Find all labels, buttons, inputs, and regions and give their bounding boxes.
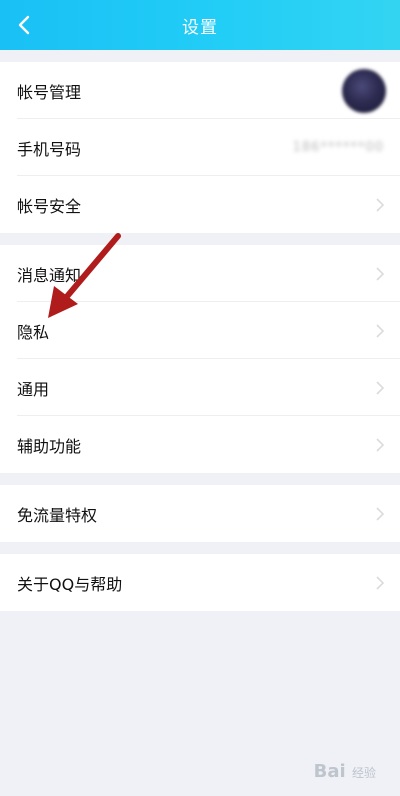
settings-item-account-security[interactable]: 帐号安全 bbox=[0, 176, 400, 233]
settings-item-free-data[interactable]: 免流量特权 bbox=[0, 485, 400, 542]
chevron-right-icon bbox=[376, 323, 384, 338]
settings-item-about-help[interactable]: 关于QQ与帮助 bbox=[0, 554, 400, 611]
settings-group-general: 消息通知 隐私 通用 辅助功能 bbox=[0, 245, 400, 473]
chevron-right-icon bbox=[376, 197, 384, 212]
settings-item-accessibility[interactable]: 辅助功能 bbox=[0, 416, 400, 473]
settings-item-label: 帐号安全 bbox=[17, 196, 82, 216]
settings-item-notifications[interactable]: 消息通知 bbox=[0, 245, 400, 302]
settings-item-label: 手机号码 bbox=[17, 139, 82, 159]
settings-item-privacy[interactable]: 隐私 bbox=[0, 302, 400, 359]
settings-item-general[interactable]: 通用 bbox=[0, 359, 400, 416]
settings-group-about: 关于QQ与帮助 bbox=[0, 554, 400, 611]
settings-list: 帐号管理 手机号码 186******00 帐号安全 消息通知 隐私 通用 辅助… bbox=[0, 50, 400, 611]
settings-item-label: 免流量特权 bbox=[17, 505, 98, 525]
chevron-right-icon bbox=[376, 506, 384, 521]
chevron-right-icon bbox=[376, 266, 384, 281]
watermark-sub: 经验 bbox=[351, 766, 376, 780]
chevron-right-icon bbox=[376, 575, 384, 590]
settings-item-label: 关于QQ与帮助 bbox=[17, 574, 123, 594]
settings-item-label: 帐号管理 bbox=[17, 82, 82, 102]
chevron-right-icon bbox=[376, 380, 384, 395]
avatar bbox=[342, 68, 386, 113]
settings-group-data: 免流量特权 bbox=[0, 485, 400, 542]
chevron-right-icon bbox=[376, 437, 384, 452]
page-title: 设置 bbox=[182, 18, 218, 38]
settings-item-label: 隐私 bbox=[17, 322, 50, 342]
watermark-text: Bai bbox=[313, 761, 346, 782]
settings-group-account: 帐号管理 手机号码 186******00 帐号安全 bbox=[0, 62, 400, 233]
settings-item-label: 通用 bbox=[17, 379, 50, 399]
top-bar: 设置 bbox=[0, 0, 400, 50]
settings-item-account-management[interactable]: 帐号管理 bbox=[0, 62, 400, 119]
settings-item-label: 辅助功能 bbox=[17, 436, 82, 456]
settings-item-phone-number[interactable]: 手机号码 186******00 bbox=[0, 119, 400, 176]
watermark: Bai 经验 bbox=[314, 761, 376, 782]
settings-item-label: 消息通知 bbox=[17, 265, 82, 285]
phone-number-value: 186******00 bbox=[292, 139, 384, 155]
